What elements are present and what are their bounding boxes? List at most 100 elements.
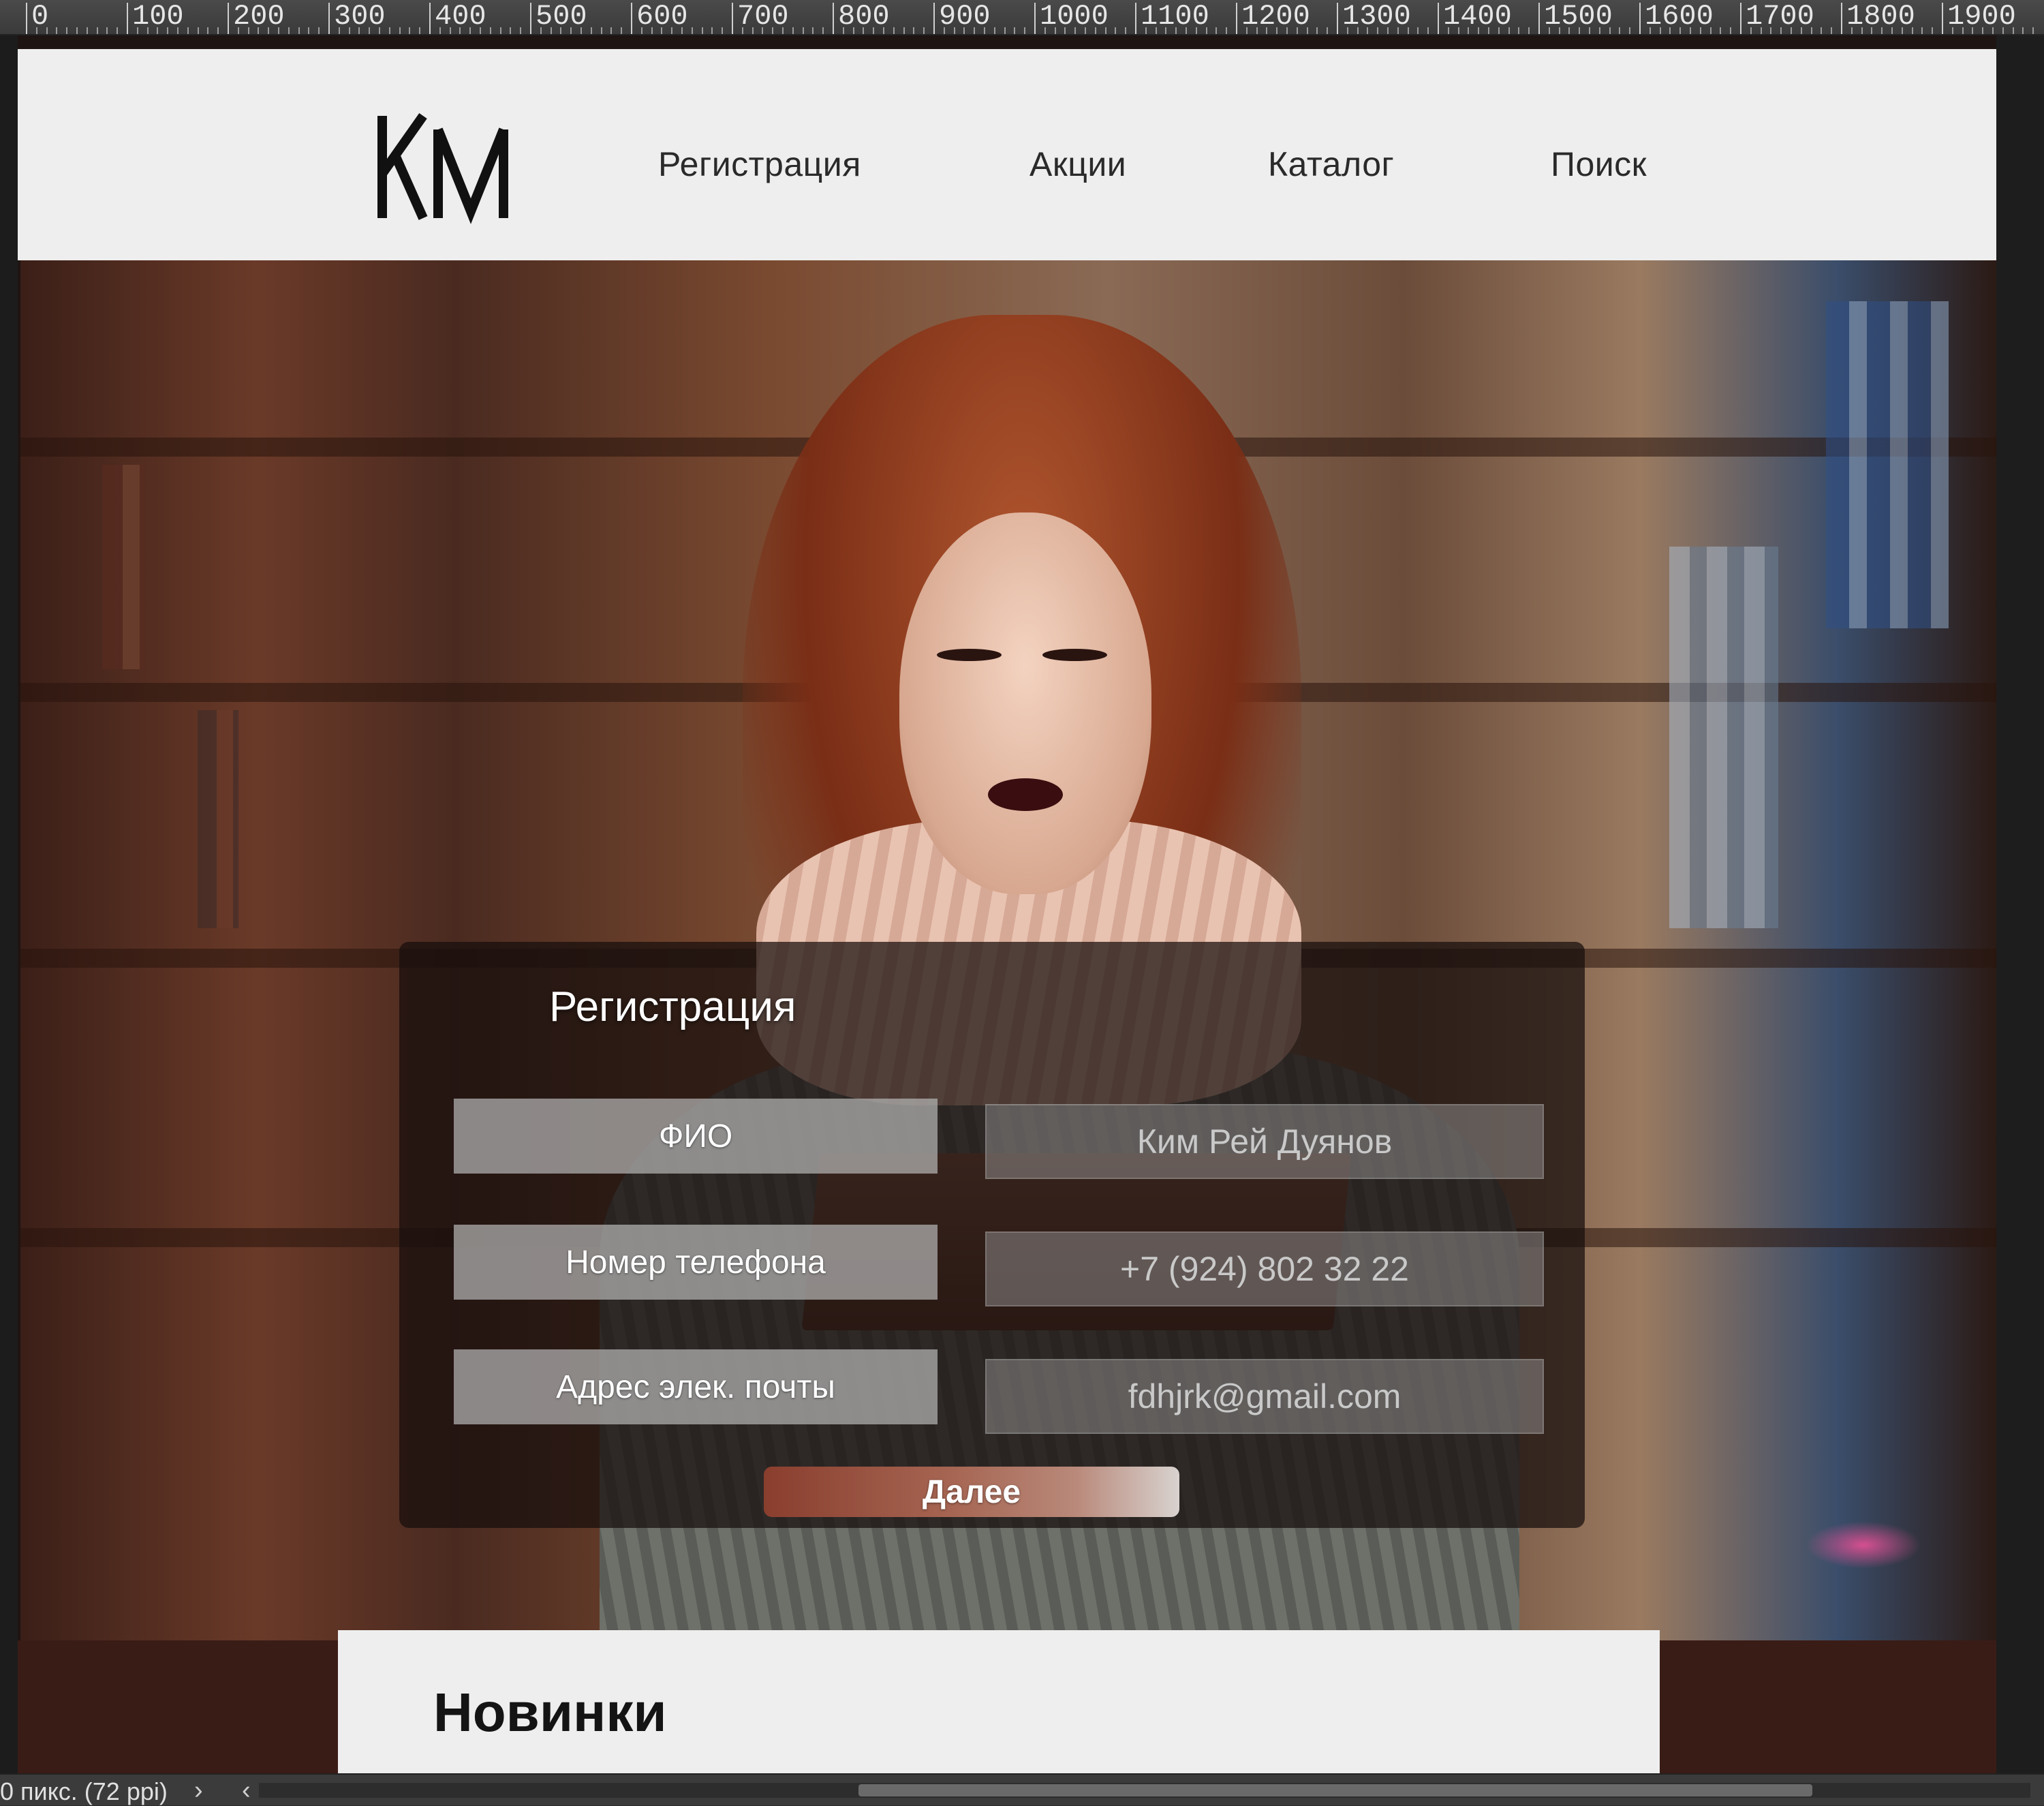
ruler-tick [923, 27, 925, 34]
ruler-tick [550, 27, 552, 34]
ruler-tick [2002, 27, 2004, 34]
ruler-tick [1488, 27, 1489, 34]
ruler-tick [1780, 27, 1782, 34]
ruler-tick [812, 27, 814, 34]
ruler-tick [449, 27, 451, 34]
ruler-tick [893, 27, 895, 34]
ruler-tick [35, 27, 37, 34]
ruler-tick [1387, 27, 1389, 34]
ruler-tick [1720, 27, 1722, 34]
ruler-tick [984, 27, 985, 34]
ruler-tick [1901, 27, 1903, 34]
ruler-tick [1921, 27, 1923, 34]
ruler-tick [590, 27, 592, 34]
ruler-tick [1629, 27, 1631, 34]
ruler-tick [1024, 27, 1026, 34]
ruler-tick [863, 27, 865, 34]
ruler-tick [1791, 27, 1792, 34]
ruler-tick [106, 27, 108, 34]
ruler-tick [338, 27, 340, 34]
next-button[interactable]: Далее [764, 1467, 1179, 1517]
ruler-tick [651, 27, 653, 34]
ruler-tick [489, 27, 491, 34]
ruler-tick [278, 27, 279, 34]
ruler-tick [1982, 27, 1984, 34]
ruler-tick [1215, 27, 1218, 34]
ruler-label: 500 [530, 2, 587, 34]
ruler-tick [943, 27, 945, 34]
phone-input[interactable] [985, 1231, 1544, 1306]
ruler-tick [1417, 27, 1419, 34]
footer-dark-block [1660, 1640, 1996, 1773]
ruler-tick [1296, 27, 1298, 34]
ruler-tick [1226, 27, 1228, 34]
ruler-tick [600, 27, 602, 34]
ruler-tick [1911, 27, 1913, 34]
scrollbar-thumb[interactable] [858, 1784, 1812, 1796]
ruler-label: 100 [127, 2, 184, 34]
ruler-tick [1508, 27, 1510, 34]
chevron-left-icon[interactable]: ‹ [242, 1776, 251, 1805]
ruler-tick [298, 27, 300, 34]
design-canvas: Регистрация Акции Каталог Поиск Регистра… [18, 35, 1996, 1773]
ruler-tick [621, 27, 623, 34]
chevron-right-icon[interactable]: › [194, 1776, 203, 1805]
ruler-tick [1346, 27, 1348, 34]
ruler-tick [1104, 27, 1106, 34]
ruler-tick [1932, 27, 1934, 34]
ruler-tick [1558, 27, 1560, 34]
ruler-tick [540, 27, 542, 34]
ruler-label: 900 [933, 2, 991, 34]
nav-promotions[interactable]: Акции [1029, 144, 1126, 184]
ruler-tick [1851, 27, 1853, 34]
nav-search[interactable]: Поиск [1551, 144, 1647, 184]
ruler-tick [1659, 27, 1661, 34]
email-input[interactable] [985, 1359, 1544, 1434]
ruler-tick [1367, 27, 1369, 34]
bookshelf-books [1669, 547, 1778, 928]
ruler-tick [1054, 27, 1056, 34]
bezel-left [0, 35, 18, 1773]
ruler-tick [308, 27, 310, 34]
ruler-tick [258, 27, 260, 34]
ruler-tick [570, 27, 572, 34]
full-name-input[interactable] [985, 1104, 1544, 1179]
horizontal-scrollbar[interactable] [259, 1783, 2030, 1798]
nav-registration[interactable]: Регистрация [658, 144, 861, 184]
ruler-tick [1447, 27, 1449, 34]
ruler-tick [1457, 27, 1459, 34]
ruler-tick [76, 27, 78, 34]
logo[interactable] [375, 109, 512, 225]
ruler-tick [1609, 27, 1611, 34]
ruler-tick [1972, 27, 1974, 34]
ruler-tick [268, 27, 270, 34]
ruler-tick [1064, 27, 1066, 34]
ruler-tick [1992, 27, 1994, 34]
registration-title: Регистрация [549, 983, 796, 1030]
ruler-tick [480, 27, 481, 34]
ruler-tick [1750, 27, 1752, 34]
ruler-tick [419, 27, 421, 34]
ruler-tick [1498, 27, 1500, 34]
ruler-tick [1125, 27, 1127, 34]
person-lips [988, 778, 1063, 811]
ruler-tick [560, 27, 562, 34]
ruler-tick [1397, 27, 1399, 34]
ruler-tick [348, 27, 350, 34]
ruler-label: 200 [228, 2, 285, 34]
ruler-tick [2012, 27, 2014, 34]
ruler-tick [792, 27, 794, 34]
ruler-tick [1951, 27, 1953, 34]
ruler-tick [1871, 27, 1873, 34]
ruler-tick [913, 27, 915, 34]
ruler-tick [1881, 27, 1883, 34]
ruler-tick [1004, 27, 1006, 34]
ruler-horizontal: 0 100 200 300 400 500 600 700 800 900 1000 1100 1200… [0, 0, 2044, 35]
ruler-tick [1598, 27, 1600, 34]
ruler-tick [772, 27, 774, 34]
ruler-tick [1165, 27, 1167, 34]
ruler-tick [1770, 27, 1772, 34]
nav-catalog[interactable]: Каталог [1268, 144, 1394, 184]
ruler-tick [1407, 27, 1409, 34]
ruler-tick [439, 27, 441, 34]
